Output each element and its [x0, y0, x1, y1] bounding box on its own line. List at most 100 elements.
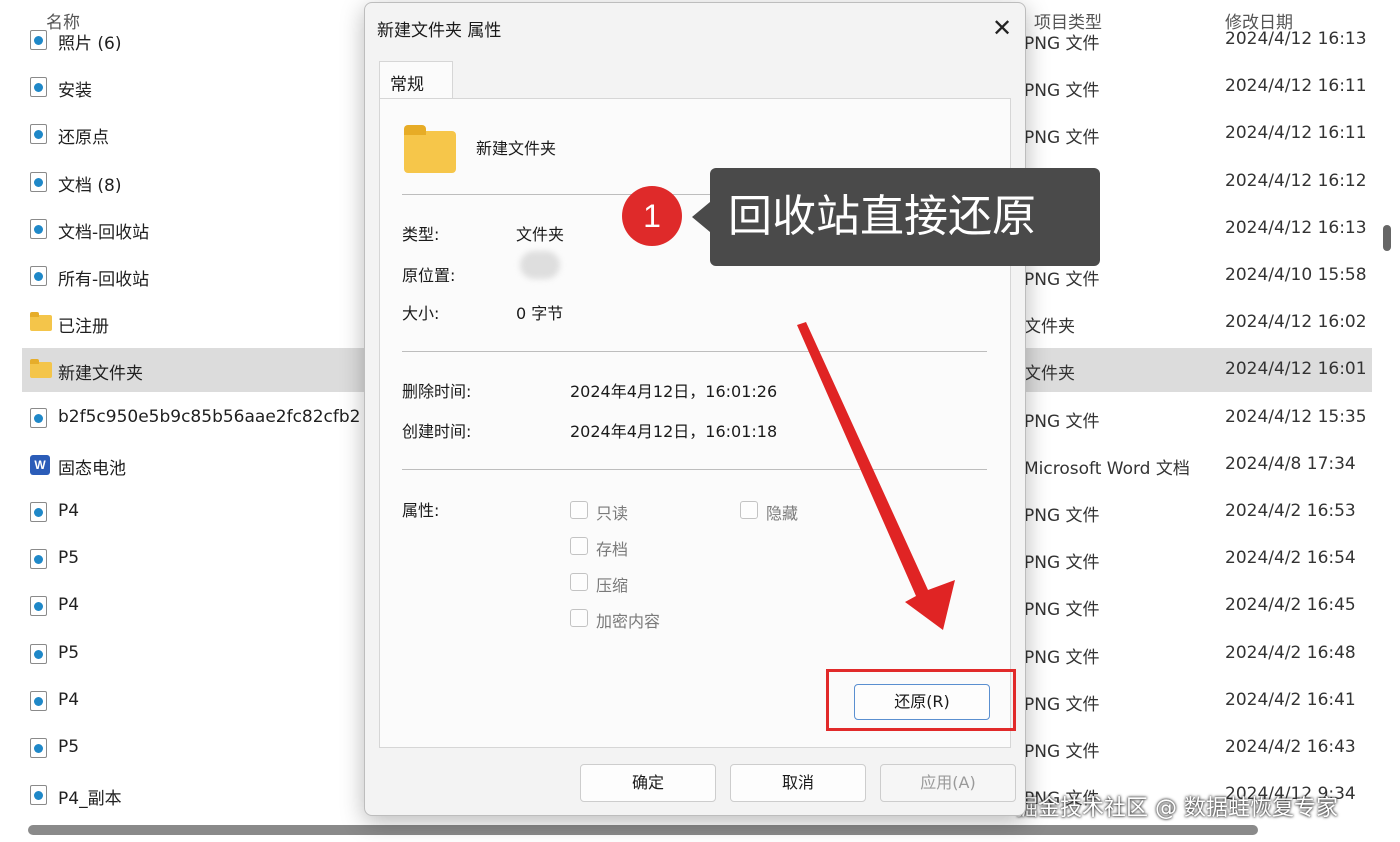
png-file-icon: [30, 690, 48, 711]
file-name: b2f5c950e5b9c85b56aae2fc82cfb2: [58, 406, 361, 427]
type-value: 文件夹: [516, 225, 565, 244]
ok-button[interactable]: 确定: [580, 764, 716, 802]
divider: [402, 351, 987, 352]
folder-icon: [30, 312, 52, 333]
file-type: PNG 文件: [1024, 34, 1100, 54]
file-type: PNG 文件: [1024, 553, 1100, 574]
file-type: PNG 文件: [1024, 506, 1100, 526]
archive-checkbox[interactable]: [570, 537, 588, 555]
file-type: 文件夹: [1024, 317, 1075, 338]
file-type: Microsoft Word 文档: [1024, 458, 1190, 479]
file-date: 2024/4/12 16:12: [1225, 170, 1367, 191]
file-type: PNG 文件: [1024, 128, 1100, 149]
png-file-icon: [30, 596, 48, 617]
location-label: 原位置:: [402, 266, 456, 285]
file-name: 已注册: [58, 317, 109, 338]
file-name: 文档 (8): [58, 175, 122, 196]
deleted-time-value: 2024年4月12日，16:01:26: [570, 382, 778, 401]
callout-text: 回收站直接还原: [692, 168, 1100, 266]
size-label: 大小:: [402, 304, 440, 323]
watermark-text: 掘金技术社区 @ 数据蛙恢复专家: [1016, 796, 1338, 821]
hidden-label: 隐藏: [766, 504, 799, 523]
file-type: PNG 文件: [1024, 600, 1100, 621]
file-name: 还原点: [58, 128, 109, 149]
file-date: 2024/4/2 16:45: [1225, 595, 1356, 616]
step-number-badge: 1: [622, 186, 682, 246]
file-type: PNG 文件: [1024, 694, 1100, 715]
file-name: 所有-回收站: [58, 270, 150, 290]
close-icon[interactable]: ✕: [985, 11, 1019, 45]
folder-name: 新建文件夹: [476, 139, 557, 158]
size-value: 0 字节: [516, 304, 564, 323]
file-date: 2024/4/12 15:35: [1225, 406, 1367, 427]
file-date: 2024/4/12 16:01: [1225, 359, 1367, 380]
encrypt-checkbox[interactable]: [570, 609, 588, 627]
png-file-icon: [30, 785, 48, 806]
file-name: 照片 (6): [58, 34, 122, 54]
blurred-location-value: [520, 251, 560, 279]
png-file-icon: [30, 738, 48, 758]
file-name: 固态电池: [58, 458, 126, 479]
file-date: 2024/4/12 16:13: [1225, 217, 1367, 238]
word-doc-icon: W: [30, 454, 50, 475]
file-date: 2024/4/10 15:58: [1225, 265, 1367, 285]
png-file-icon: [30, 502, 48, 522]
png-file-icon: [30, 407, 48, 428]
folder-icon: [404, 125, 456, 173]
file-name: 新建文件夹: [58, 364, 143, 385]
file-date: 2024/4/12 16:11: [1225, 123, 1367, 144]
file-date: 2024/4/12 16:02: [1225, 312, 1367, 333]
compress-checkbox[interactable]: [570, 573, 588, 591]
file-type: PNG 文件: [1024, 647, 1100, 668]
file-name: 安装: [58, 81, 92, 102]
file-name: P4: [58, 689, 80, 710]
file-name: P5: [58, 642, 80, 663]
png-file-icon: [30, 266, 48, 286]
apply-button[interactable]: 应用(A): [880, 764, 1016, 802]
archive-label: 存档: [596, 540, 629, 559]
file-name: P5: [58, 548, 80, 569]
compress-label: 压缩: [596, 576, 629, 595]
file-type: PNG 文件: [1024, 742, 1100, 762]
file-type: PNG 文件: [1024, 81, 1100, 102]
file-type: PNG 文件: [1024, 411, 1100, 432]
file-date: 2024/4/12 16:11: [1225, 76, 1367, 97]
png-file-icon: [30, 549, 48, 570]
png-file-icon: [30, 77, 48, 98]
png-file-icon: [30, 124, 48, 145]
file-date: 2024/4/2 16:54: [1225, 548, 1356, 569]
vertical-scrollbar[interactable]: [1383, 225, 1391, 251]
folder-icon: [30, 359, 52, 380]
divider: [402, 469, 987, 470]
file-name: P4: [58, 595, 80, 616]
file-date: 2024/4/2 16:48: [1225, 642, 1356, 663]
file-name: P4_副本: [58, 789, 122, 810]
dialog-title: 新建文件夹 属性: [377, 21, 502, 41]
file-name: P4: [58, 501, 80, 521]
file-date: 2024/4/2 16:41: [1225, 689, 1356, 710]
file-name: P5: [58, 737, 80, 757]
png-file-icon: [30, 171, 48, 192]
cancel-button[interactable]: 取消: [730, 764, 866, 802]
type-label: 类型:: [402, 225, 440, 244]
tab-general[interactable]: 常规: [379, 61, 453, 99]
file-date: 2024/4/8 17:34: [1225, 453, 1356, 474]
file-date: 2024/4/2 16:43: [1225, 737, 1356, 757]
png-file-icon: [30, 218, 48, 239]
created-time-value: 2024年4月12日，16:01:18: [570, 422, 778, 441]
restore-highlight-box: [826, 669, 1016, 731]
attributes-label: 属性:: [402, 501, 440, 520]
horizontal-scrollbar[interactable]: [28, 825, 1258, 835]
file-date: 2024/4/12 16:13: [1225, 29, 1367, 49]
readonly-checkbox[interactable]: [570, 501, 588, 519]
file-type: PNG 文件: [1024, 270, 1100, 290]
hidden-checkbox[interactable]: [740, 501, 758, 519]
encrypt-label: 加密内容: [596, 612, 661, 631]
deleted-time-label: 删除时间:: [402, 382, 472, 401]
file-date: 2024/4/2 16:53: [1225, 501, 1356, 521]
readonly-label: 只读: [596, 504, 629, 523]
created-time-label: 创建时间:: [402, 422, 472, 441]
file-name: 文档-回收站: [58, 222, 150, 243]
file-type: 文件夹: [1024, 364, 1075, 385]
png-file-icon: [30, 30, 48, 50]
